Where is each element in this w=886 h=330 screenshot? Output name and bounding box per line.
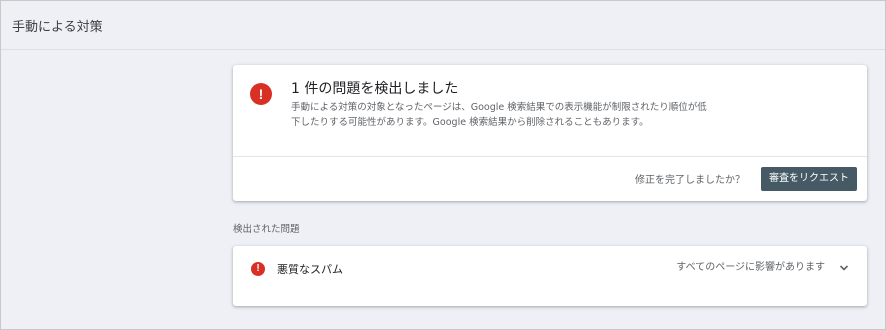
chevron-down-icon[interactable] <box>839 263 849 273</box>
summary-footer: 修正を完了しましたか？ 審査をリクエスト <box>233 157 867 201</box>
detected-issues-label: 検出された問題 <box>233 224 300 235</box>
issues-description: 手動による対策の対象となったページは、Google 検索結果での表示機能が制限さ… <box>291 102 707 128</box>
issue-name: 悪質なスパム <box>277 263 343 276</box>
request-review-button[interactable]: 審査をリクエスト <box>761 167 857 191</box>
alert-icon: ! <box>250 83 272 105</box>
fix-question-text: 修正を完了しましたか？ <box>635 175 745 186</box>
issues-summary-card: ! 1 件の問題を検出しました 手動による対策の対象となったページは、Googl… <box>233 65 867 201</box>
summary-body: ! 1 件の問題を検出しました 手動による対策の対象となったページは、Googl… <box>233 65 867 157</box>
alert-icon: ! <box>251 262 265 276</box>
detected-issue-card: ! 悪質なスパム すべてのページに影響があります <box>233 246 867 306</box>
page-title: 手動による対策 <box>12 19 103 35</box>
issue-scope: すべてのページに影響があります <box>676 262 825 273</box>
issue-row-spam[interactable]: ! 悪質なスパム すべてのページに影響があります <box>233 246 867 306</box>
issues-found-title: 1 件の問題を検出しました <box>291 81 459 97</box>
page-header: 手動による対策 <box>1 1 885 50</box>
manual-actions-page: 手動による対策 ! 1 件の問題を検出しました 手動による対策の対象となったペー… <box>0 0 886 330</box>
